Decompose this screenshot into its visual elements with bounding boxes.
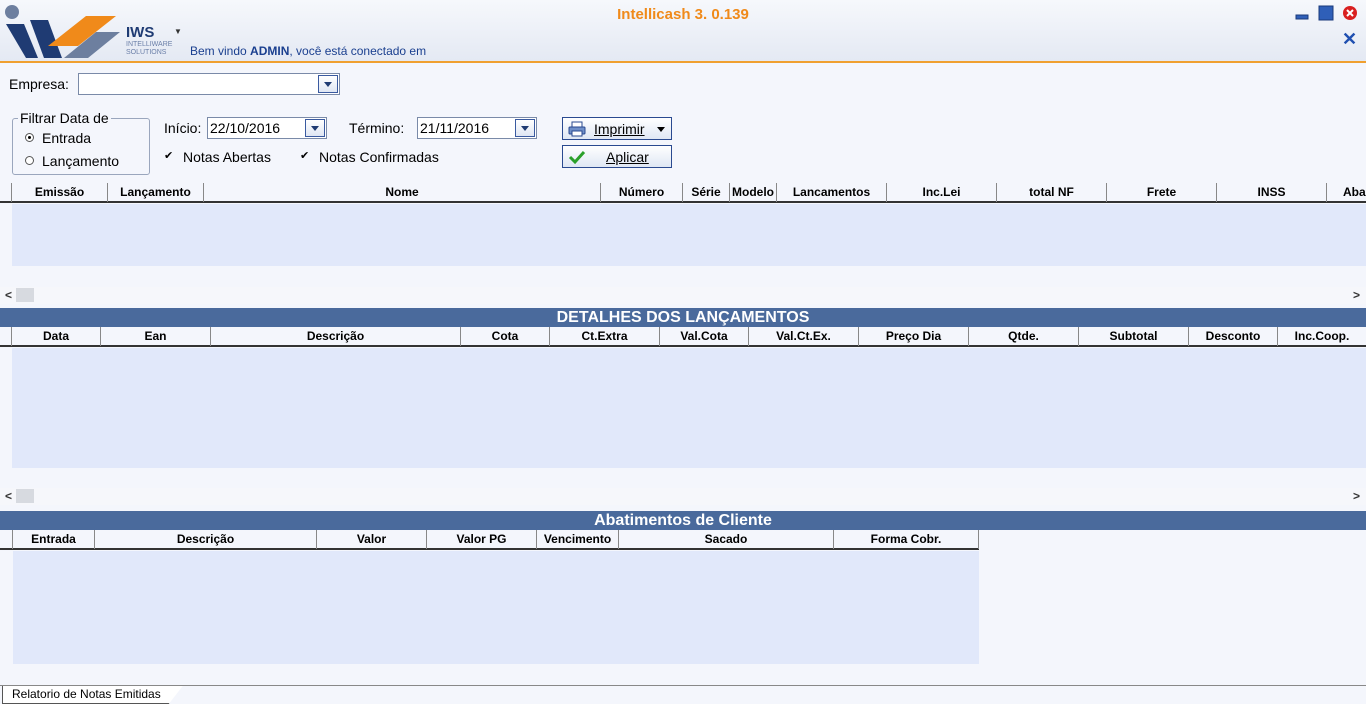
col-preco-dia[interactable]: Preço Dia [859,327,969,346]
col-cota[interactable]: Cota [461,327,550,346]
app-header: IWS INTELLIWARE SOLUTIONS ▼ Intellicash … [0,0,1366,63]
col-serie[interactable]: Série [683,183,730,202]
check-notas-abertas[interactable]: Notas Abertas [164,149,271,165]
check-notas-confirmadas-box[interactable] [300,149,311,163]
close-window-button[interactable] [1342,5,1358,21]
details-grid-scrollbar[interactable]: < > [0,488,1366,505]
aplicar-button[interactable]: Aplicar [562,145,672,168]
termino-calendar-icon[interactable] [515,119,535,137]
col-numero[interactable]: Número [601,183,683,202]
details-grid-header: Data Ean Descrição Cota Ct.Extra Val.Cot… [0,327,1366,347]
col-qtde[interactable]: Qtde. [969,327,1079,346]
col-inc-coop[interactable]: Inc.Coop. [1278,327,1366,346]
col-lancamentos[interactable]: Lancamentos [777,183,887,202]
col-ct-extra[interactable]: Ct.Extra [550,327,660,346]
col-subtotal[interactable]: Subtotal [1079,327,1189,346]
logo-subtitle: INTELLIWARE SOLUTIONS [126,41,173,56]
minimize-button[interactable] [1294,5,1310,21]
tab-relatorio-notas[interactable]: Relatorio de Notas Emitidas [2,686,183,704]
printer-icon [568,121,586,140]
col-valor[interactable]: Valor [317,530,427,549]
imprimir-button[interactable]: Imprimir [562,117,672,140]
col-vencimento[interactable]: Vencimento [537,530,619,549]
welcome-suffix: , você está conectado em [289,44,427,58]
col-inc-lei[interactable]: Inc.Lei [887,183,997,202]
maximize-button[interactable] [1318,5,1334,21]
details-section-title: DETALHES DOS LANÇAMENTOS [0,308,1366,327]
col-frete[interactable]: Frete [1107,183,1217,202]
menu-dropdown-icon[interactable]: ▼ [174,27,182,36]
scroll-right-icon[interactable]: > [1353,488,1360,504]
empresa-dropdown-icon[interactable] [318,75,338,93]
col-ab-descricao[interactable]: Descrição [95,530,317,549]
notes-grid-header: Emissão Lançamento Nome Número Série Mod… [0,183,1366,203]
col-aba[interactable]: Aba [1327,183,1366,202]
col-total-nf[interactable]: total NF [997,183,1107,202]
empresa-label: Empresa: [9,76,69,92]
check-notas-confirmadas-label: Notas Confirmadas [319,149,439,165]
inicio-calendar-icon[interactable] [305,119,325,137]
tab-bar: Relatorio de Notas Emitidas [0,685,1366,704]
check-icon [568,149,586,168]
date-filter-title: Filtrar Data de [18,110,111,126]
col-sacado[interactable]: Sacado [619,530,834,549]
radio-lancamento[interactable]: Lançamento [25,153,119,169]
col-emissao[interactable]: Emissão [11,183,108,202]
col-inss[interactable]: INSS [1217,183,1327,202]
col-descricao[interactable]: Descrição [211,327,461,346]
radio-lancamento-dot[interactable] [25,156,34,165]
col-lancamento[interactable]: Lançamento [108,183,204,202]
aplicar-label: Aplicar [606,149,649,165]
welcome-user: ADMIN [250,44,290,58]
close-form-icon[interactable]: ✕ [1342,30,1357,48]
scroll-left-icon[interactable]: < [5,488,12,504]
col-ean[interactable]: Ean [101,327,211,346]
abatimentos-grid-header: Entrada Descrição Valor Valor PG Vencime… [0,530,979,550]
inicio-date-field[interactable]: 22/10/2016 [207,117,327,139]
col-val-ct-ex[interactable]: Val.Ct.Ex. [749,327,859,346]
col-entrada[interactable]: Entrada [12,530,95,549]
termino-label: Término: [349,120,405,136]
scroll-right-icon[interactable]: > [1353,287,1360,303]
inicio-value: 22/10/2016 [210,120,281,136]
col-val-cota[interactable]: Val.Cota [660,327,749,346]
abatimentos-grid-body[interactable] [13,551,979,664]
check-notas-abertas-box[interactable] [164,149,175,163]
logo-text: IWS [126,24,155,41]
check-notas-abertas-label: Notas Abertas [183,149,271,165]
imprimir-dropdown-icon[interactable] [657,127,665,132]
col-valor-pg[interactable]: Valor PG [427,530,537,549]
welcome-message: Bem vindo ADMIN, você está conectado em [190,44,426,58]
termino-value: 21/11/2016 [420,120,490,136]
col-nome[interactable]: Nome [204,183,601,202]
notes-grid-scrollbar[interactable]: < > [0,287,1366,304]
col-desconto[interactable]: Desconto [1189,327,1278,346]
scroll-left-icon[interactable]: < [5,287,12,303]
termino-date-field[interactable]: 21/11/2016 [417,117,537,139]
app-title: Intellicash 3. 0.139 [617,6,749,23]
scroll-thumb[interactable] [16,288,34,302]
welcome-prefix: Bem vindo [190,44,251,58]
radio-entrada[interactable]: Entrada [25,130,91,146]
col-forma-cobr[interactable]: Forma Cobr. [834,530,979,549]
details-grid-body[interactable] [12,348,1366,468]
radio-lancamento-label: Lançamento [42,153,120,169]
col-data[interactable]: Data [11,327,101,346]
radio-entrada-dot[interactable] [25,133,34,142]
check-notas-confirmadas[interactable]: Notas Confirmadas [300,149,439,165]
imprimir-label: Imprimir [594,121,645,137]
col-modelo[interactable]: Modelo [730,183,777,202]
inicio-label: Início: [164,120,202,136]
notes-grid-body[interactable] [12,204,1366,266]
abatimentos-section-title: Abatimentos de Cliente [0,511,1366,530]
scroll-thumb[interactable] [16,489,34,503]
empresa-combo[interactable] [78,73,340,95]
radio-entrada-label: Entrada [42,130,92,146]
